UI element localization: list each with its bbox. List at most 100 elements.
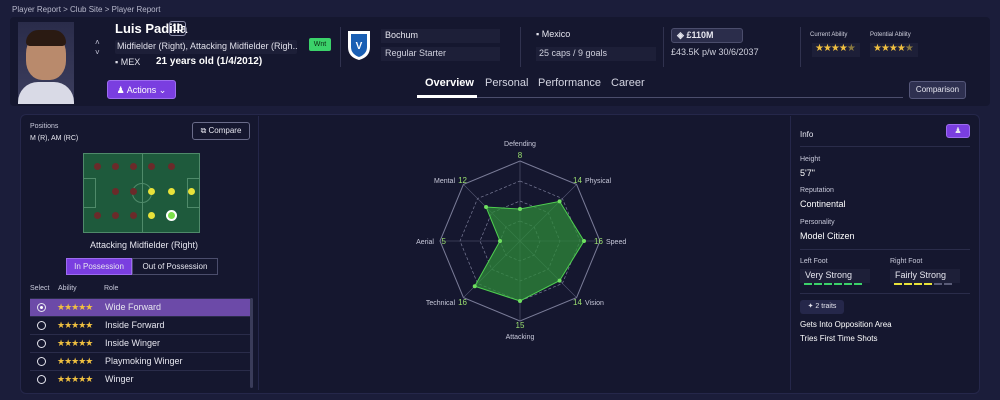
right-foot-value: Fairly Strong bbox=[890, 269, 960, 285]
col-header-role: Role bbox=[104, 285, 119, 292]
radar-value-label: 15 bbox=[516, 321, 525, 330]
pitch-position-selected[interactable] bbox=[166, 210, 177, 221]
table-row[interactable]: ★★★★★ Inside Forward bbox=[30, 316, 250, 334]
ability-stars: ★★★★★ bbox=[57, 320, 93, 330]
in-possession-tab[interactable]: In Possession bbox=[66, 258, 132, 275]
radar-axis-label: Technical bbox=[426, 300, 456, 307]
player-wage: £43.5K p/w 30/6/2037 bbox=[671, 47, 759, 57]
pitch-position-dot[interactable] bbox=[130, 188, 137, 195]
info-divider bbox=[800, 146, 970, 147]
info-action-button[interactable]: ♟ bbox=[946, 124, 970, 138]
international-country[interactable]: ▪ Mexico bbox=[536, 29, 570, 39]
height-label: Height bbox=[800, 156, 821, 163]
player-photo bbox=[18, 22, 74, 104]
left-foot-bars bbox=[804, 283, 862, 285]
pitch-position-dot[interactable] bbox=[148, 163, 155, 170]
tab-personal[interactable]: Personal bbox=[485, 77, 528, 89]
radar-axis-label: Speed bbox=[606, 239, 626, 246]
personality-value: Model Citizen bbox=[800, 231, 855, 241]
role-name: Inside Forward bbox=[105, 320, 165, 330]
tab-career[interactable]: Career bbox=[611, 77, 645, 89]
radar-axis-label: Mental bbox=[434, 178, 455, 185]
role-table-scrollbar[interactable] bbox=[250, 298, 253, 388]
radar-value-label: 16 bbox=[458, 298, 467, 307]
pitch-position-dot[interactable] bbox=[112, 163, 119, 170]
header-divider bbox=[340, 27, 341, 67]
pitch-position-dot[interactable] bbox=[188, 188, 195, 195]
club-crest-icon: V bbox=[348, 31, 370, 60]
tab-overview[interactable]: Overview bbox=[425, 77, 474, 89]
reputation-value: Continental bbox=[800, 199, 846, 209]
attribute-radar-chart: Defending8Physical14Speed16Vision14Attac… bbox=[416, 141, 626, 341]
flag-icon: ▪ bbox=[115, 57, 119, 67]
pitch-position-dot[interactable] bbox=[168, 163, 175, 170]
compare-icon: ⧉ bbox=[200, 126, 207, 135]
nationality: ▪ MEX bbox=[115, 57, 141, 67]
pitch-position-dot[interactable] bbox=[94, 212, 101, 219]
left-foot-label: Left Foot bbox=[800, 258, 828, 265]
pitch-position-dot[interactable] bbox=[148, 188, 155, 195]
table-row[interactable]: ★★★★★ Inside Winger bbox=[30, 334, 250, 352]
panel-divider bbox=[790, 116, 791, 390]
col-header-ability: Ability bbox=[58, 285, 77, 292]
header-divider bbox=[800, 27, 801, 67]
breadcrumb[interactable]: Player Report > Club Site > Player Repor… bbox=[12, 5, 161, 14]
table-row[interactable]: ★★★★★ Wide Forward bbox=[30, 298, 250, 316]
pitch-position-dot[interactable] bbox=[112, 188, 119, 195]
comparison-button[interactable]: Comparison bbox=[909, 81, 966, 99]
radar-value-label: 12 bbox=[458, 176, 467, 185]
tab-performance[interactable]: Performance bbox=[538, 77, 601, 89]
radio-button[interactable] bbox=[37, 321, 46, 330]
left-foot-value: Very Strong bbox=[800, 269, 870, 285]
out-of-possession-tab[interactable]: Out of Possession bbox=[132, 258, 218, 275]
person-icon: ♟ bbox=[116, 85, 125, 95]
table-row[interactable]: ★★★★★ Winger bbox=[30, 370, 250, 388]
radar-point bbox=[472, 284, 477, 289]
player-age: 21 years old (1/4/2012) bbox=[156, 56, 263, 67]
role-table: ★★★★★ Wide Forward ★★★★★ Inside Forward ★★… bbox=[30, 298, 250, 388]
info-divider bbox=[800, 293, 970, 294]
radar-point bbox=[582, 239, 586, 243]
radar-value-label: 14 bbox=[573, 298, 582, 307]
position-pitch bbox=[83, 153, 200, 233]
radar-point bbox=[557, 278, 562, 283]
radar-value-label: 14 bbox=[573, 176, 582, 185]
traits-button[interactable]: ✦ 2 traits bbox=[800, 300, 844, 314]
potential-ability-label: Potential Ability bbox=[870, 32, 911, 38]
player-value: ◈ £110M bbox=[671, 28, 743, 43]
radar-value-label: 8 bbox=[518, 151, 523, 160]
pitch-position-dot[interactable] bbox=[168, 188, 175, 195]
radar-point bbox=[518, 207, 522, 211]
role-name: Wide Forward bbox=[105, 302, 162, 312]
radar-point bbox=[484, 205, 489, 210]
trait-item: Gets Into Opposition Area bbox=[800, 320, 892, 329]
right-foot-label: Right Foot bbox=[890, 258, 923, 265]
personality-label: Personality bbox=[800, 219, 835, 226]
pitch-position-dot[interactable] bbox=[94, 163, 101, 170]
radio-button[interactable] bbox=[37, 375, 46, 384]
radar-axis-label: Physical bbox=[585, 178, 612, 185]
squad-status: Regular Starter bbox=[381, 47, 500, 61]
header-divider bbox=[663, 27, 664, 67]
pitch-position-dot[interactable] bbox=[112, 212, 119, 219]
radio-button[interactable] bbox=[37, 339, 46, 348]
pitch-position-dot[interactable] bbox=[130, 163, 137, 170]
player-number: 10 bbox=[169, 21, 186, 36]
pitch-position-dot[interactable] bbox=[130, 212, 137, 219]
player-nav-arrows[interactable]: ˄ ˅ bbox=[95, 38, 100, 58]
radar-axis-label: Aerial bbox=[416, 239, 434, 246]
current-ability-label: Current Ability bbox=[810, 32, 848, 38]
compare-button[interactable]: ⧉ Compare bbox=[192, 122, 250, 140]
radio-button[interactable] bbox=[37, 303, 46, 312]
actions-button[interactable]: ♟ Actions ⌄ bbox=[107, 80, 176, 99]
radar-point bbox=[498, 239, 502, 243]
panel-divider bbox=[258, 116, 259, 390]
flag-icon: ▪ bbox=[536, 29, 540, 39]
club-name[interactable]: Bochum bbox=[381, 29, 500, 43]
pitch-position-dot[interactable] bbox=[148, 212, 155, 219]
radar-axis-label: Attacking bbox=[506, 334, 535, 341]
radio-button[interactable] bbox=[37, 357, 46, 366]
table-row[interactable]: ★★★★★ Playmoking Winger bbox=[30, 352, 250, 370]
height-value: 5'7" bbox=[800, 168, 815, 178]
radar-value-label: 5 bbox=[442, 237, 447, 246]
